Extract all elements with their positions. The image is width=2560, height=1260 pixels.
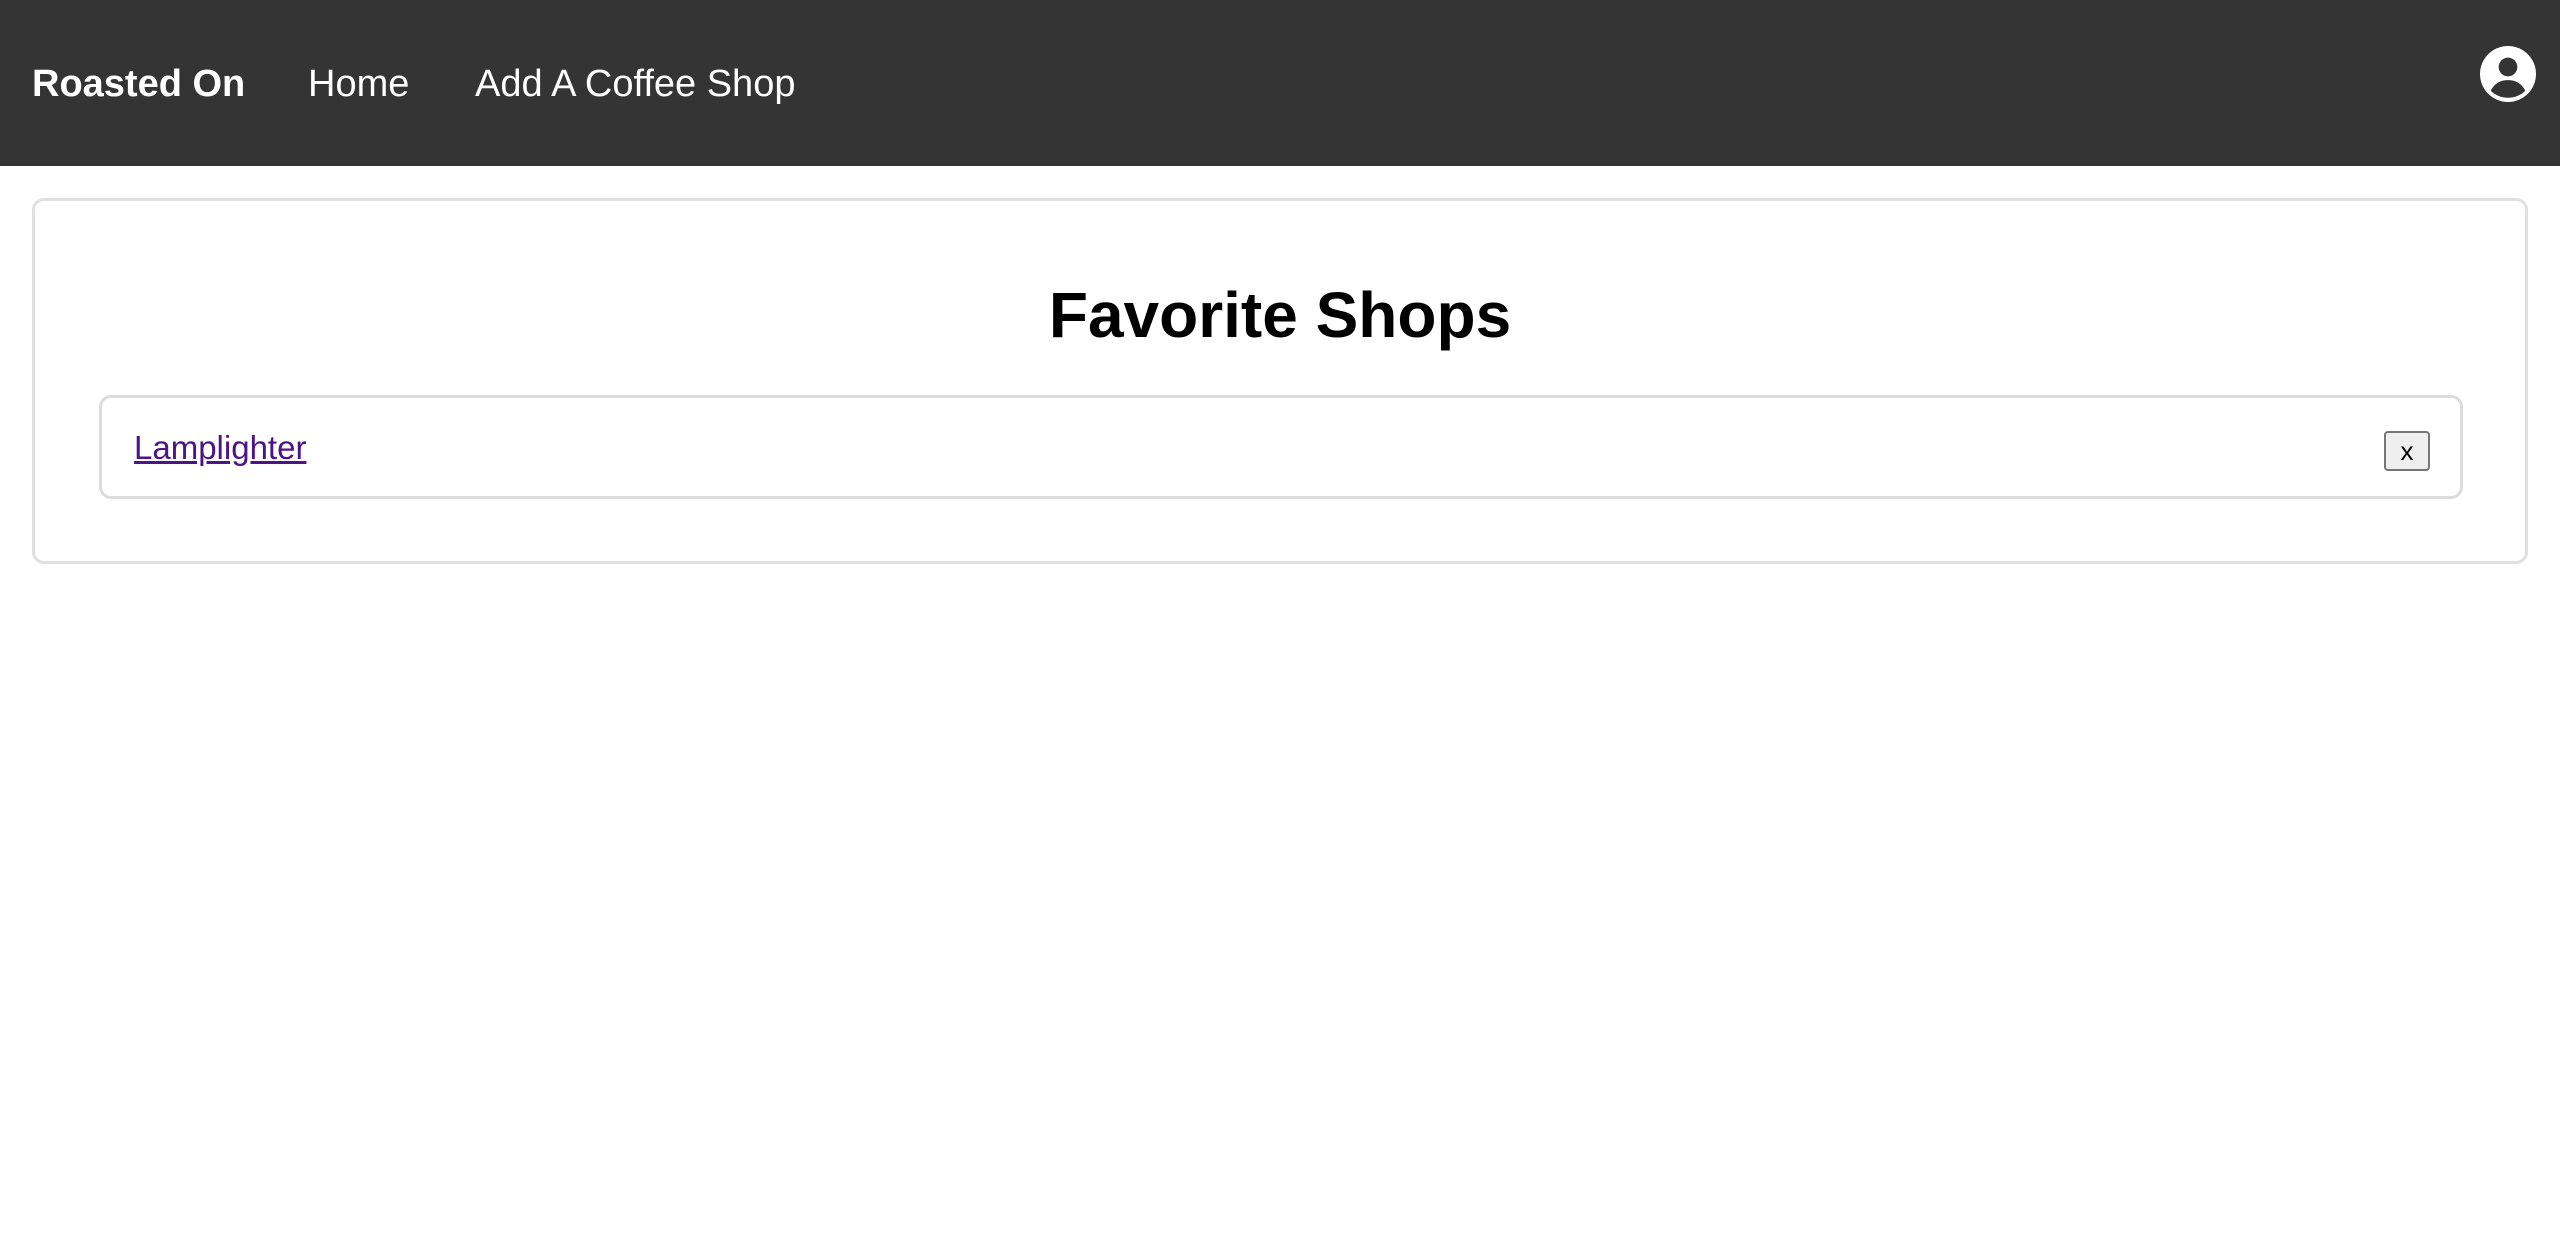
favorite-shop-row: Lamplighter x xyxy=(99,395,2463,499)
nav-link-home[interactable]: Home xyxy=(308,58,409,110)
favorite-shops-card: Favorite Shops Lamplighter x xyxy=(32,198,2528,564)
page-title: Favorite Shops xyxy=(1048,279,1512,351)
account-circle-icon[interactable] xyxy=(2480,46,2536,102)
nav-link-add-coffee-shop[interactable]: Add A Coffee Shop xyxy=(475,58,795,110)
top-navbar: Roasted On Home Add A Coffee Shop xyxy=(0,0,2560,166)
remove-favorite-button[interactable]: x xyxy=(2384,431,2430,471)
shop-link[interactable]: Lamplighter xyxy=(134,428,306,468)
brand-link[interactable]: Roasted On xyxy=(32,58,245,110)
